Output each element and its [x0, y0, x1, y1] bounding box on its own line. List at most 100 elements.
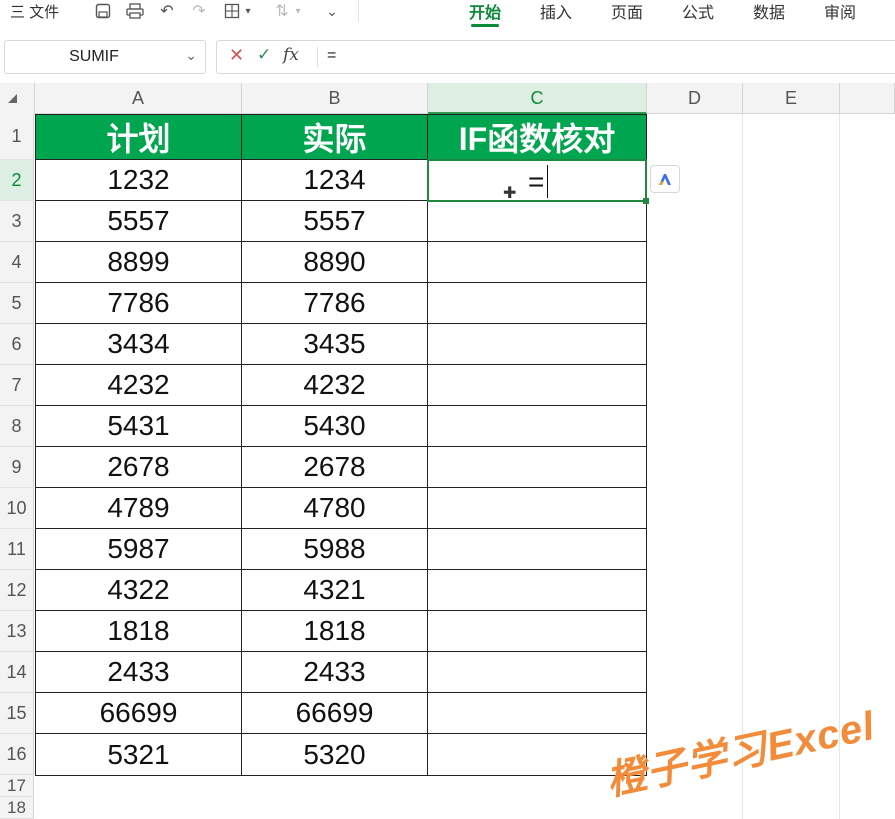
file-menu[interactable]: 三 文件 — [10, 0, 59, 22]
cell-a15[interactable]: 66699 — [35, 693, 242, 734]
cell-a16[interactable]: 5321 — [35, 734, 242, 776]
row-header-1[interactable]: 1 — [0, 114, 34, 160]
column-header-a[interactable]: A — [35, 83, 242, 114]
cell-c4[interactable] — [428, 242, 647, 283]
cell-a11[interactable]: 5987 — [35, 529, 242, 570]
tab-review[interactable]: 审阅 — [824, 0, 856, 22]
row-header-18[interactable]: 18 — [0, 797, 34, 819]
header-cell-plan[interactable]: 计划 — [35, 114, 242, 160]
cell-a7[interactable]: 4232 — [35, 365, 242, 406]
cell-a14[interactable]: 2433 — [35, 652, 242, 693]
cell-c5[interactable] — [428, 283, 647, 324]
cell-c13[interactable] — [428, 611, 647, 652]
cancel-icon[interactable]: ✕ — [229, 45, 244, 66]
undo-icon[interactable]: ↶ — [157, 2, 177, 20]
cell-b4[interactable]: 8890 — [242, 242, 428, 283]
column-header-c[interactable]: C — [428, 83, 647, 114]
cell-c14[interactable] — [428, 652, 647, 693]
cell-c8[interactable] — [428, 406, 647, 447]
column-header-d[interactable]: D — [647, 83, 743, 114]
cell-a3[interactable]: 5557 — [35, 201, 242, 242]
header-cell-if-check[interactable]: IF函数核对 — [428, 114, 647, 160]
cell-a4[interactable]: 8899 — [35, 242, 242, 283]
cell-c7[interactable] — [428, 365, 647, 406]
tab-page[interactable]: 页面 — [611, 0, 643, 22]
tab-formulas[interactable]: 公式 — [682, 0, 714, 22]
name-box[interactable]: SUMIF ⌄ — [4, 40, 206, 74]
print-icon[interactable] — [125, 2, 145, 20]
cell-b13[interactable]: 1818 — [242, 611, 428, 652]
cell-a13[interactable]: 1818 — [35, 611, 242, 652]
cell-a2[interactable]: 1232 — [35, 160, 242, 201]
row-header-3[interactable]: 3 — [0, 201, 34, 242]
row-header-8[interactable]: 8 — [0, 406, 34, 447]
cell-b14[interactable]: 2433 — [242, 652, 428, 693]
cell-a12[interactable]: 4322 — [35, 570, 242, 611]
cell-a9[interactable]: 2678 — [35, 447, 242, 488]
cell-b12[interactable]: 4321 — [242, 570, 428, 611]
border-icon[interactable] — [222, 2, 242, 20]
column-header-f[interactable]: F — [840, 83, 895, 114]
cell-b7[interactable]: 4232 — [242, 365, 428, 406]
row-header-2[interactable]: 2 — [0, 160, 34, 201]
header-cell-actual[interactable]: 实际 — [242, 114, 428, 160]
cell-c2-edit-text[interactable]: = — [528, 166, 544, 198]
formula-bar-divider — [317, 47, 318, 67]
row-header-5[interactable]: 5 — [0, 283, 34, 324]
tab-home[interactable]: 开始 — [469, 0, 501, 22]
sort-dropdown-icon[interactable]: ▾ — [292, 2, 304, 20]
cell-a6[interactable]: 3434 — [35, 324, 242, 365]
formula-bar[interactable]: ✕ ✓ fx = — [216, 40, 895, 74]
save-icon[interactable] — [93, 2, 113, 20]
row-header-13[interactable]: 13 — [0, 611, 34, 652]
row-header-16[interactable]: 16 — [0, 734, 34, 775]
row-header-17[interactable]: 17 — [0, 775, 34, 797]
cell-b6[interactable]: 3435 — [242, 324, 428, 365]
cell-c6[interactable] — [428, 324, 647, 365]
cell-c3[interactable] — [428, 201, 647, 242]
cell-b5[interactable]: 7786 — [242, 283, 428, 324]
cell-a10[interactable]: 4789 — [35, 488, 242, 529]
row-header-14[interactable]: 14 — [0, 652, 34, 693]
insert-function-icon[interactable]: fx — [283, 45, 299, 65]
cell-b11[interactable]: 5988 — [242, 529, 428, 570]
tab-data[interactable]: 数据 — [753, 0, 785, 22]
redo-icon[interactable]: ↷ — [189, 2, 209, 20]
row-header-12[interactable]: 12 — [0, 570, 34, 611]
cell-b16[interactable]: 5320 — [242, 734, 428, 776]
fill-handle[interactable] — [643, 198, 649, 204]
cell-b2[interactable]: 1234 — [242, 160, 428, 201]
row-header-7[interactable]: 7 — [0, 365, 34, 406]
row-header-11[interactable]: 11 — [0, 529, 34, 570]
row-header-9[interactable]: 9 — [0, 447, 34, 488]
row-header-6[interactable]: 6 — [0, 324, 34, 365]
chevron-down-icon[interactable]: ⌄ — [185, 47, 197, 64]
border-dropdown-icon[interactable]: ▾ — [242, 2, 254, 20]
tab-insert[interactable]: 插入 — [540, 0, 572, 22]
cell-c15[interactable] — [428, 693, 647, 734]
cell-b3[interactable]: 5557 — [242, 201, 428, 242]
ai-assistant-button[interactable] — [650, 165, 680, 193]
cell-b8[interactable]: 5430 — [242, 406, 428, 447]
cell-c11[interactable] — [428, 529, 647, 570]
cell-a5[interactable]: 7786 — [35, 283, 242, 324]
select-all-corner[interactable] — [0, 83, 35, 115]
row-header-4[interactable]: 4 — [0, 242, 34, 283]
row-header-15[interactable]: 15 — [0, 693, 34, 734]
sort-icon[interactable]: ⇅ — [272, 2, 292, 20]
cell-c10[interactable] — [428, 488, 647, 529]
cell-a8[interactable]: 5431 — [35, 406, 242, 447]
more-chevron-icon[interactable]: ⌄ — [322, 2, 342, 20]
column-header-b[interactable]: B — [242, 83, 428, 114]
confirm-icon[interactable]: ✓ — [257, 45, 271, 65]
cell-b10[interactable]: 4780 — [242, 488, 428, 529]
column-header-e[interactable]: E — [743, 83, 840, 114]
cell-b9[interactable]: 2678 — [242, 447, 428, 488]
cell-b15[interactable]: 66699 — [242, 693, 428, 734]
tab-data-label: 数据 — [753, 5, 786, 22]
row-header-10[interactable]: 10 — [0, 488, 34, 529]
select-all-icon — [8, 94, 17, 103]
formula-input[interactable]: = — [327, 47, 336, 65]
cell-c12[interactable] — [428, 570, 647, 611]
cell-c9[interactable] — [428, 447, 647, 488]
